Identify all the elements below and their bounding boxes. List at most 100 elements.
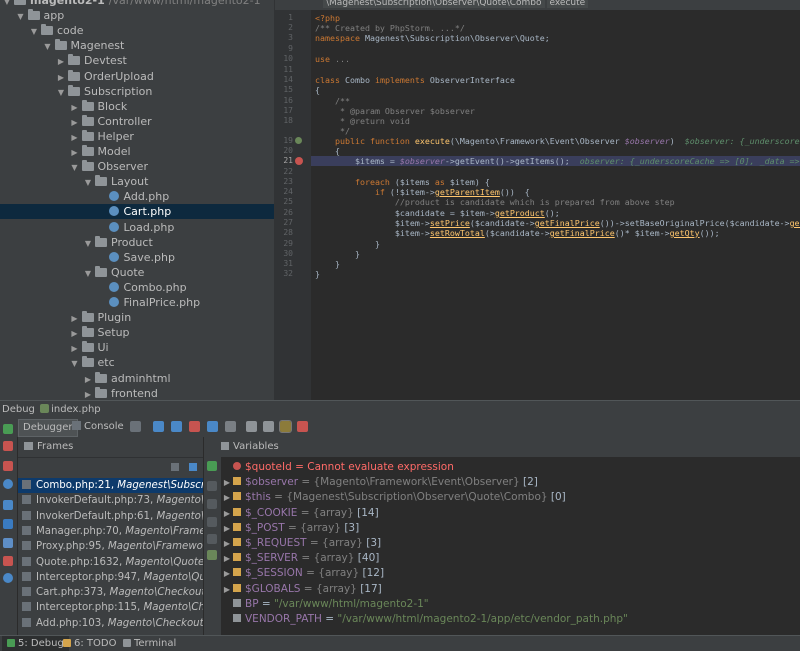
copy-watch-icon[interactable]	[207, 534, 217, 544]
line-number[interactable]: 18	[275, 116, 293, 126]
run-to-cursor-icon[interactable]	[225, 421, 236, 432]
breadcrumb-class[interactable]: \Magenest\Subscription\Observer\Quote\Co…	[323, 0, 545, 8]
step-over-icon[interactable]	[153, 421, 164, 432]
chevron-down-icon[interactable]: ▼	[56, 85, 66, 100]
tree-item[interactable]: FinalPrice.php	[0, 295, 274, 310]
chevron-right-icon[interactable]: ▶	[70, 115, 80, 130]
chevron-down-icon[interactable]: ▼	[83, 175, 93, 190]
tab-console[interactable]: Console	[68, 419, 128, 435]
variable-row[interactable]: $quoteId = Cannot evaluate expression	[221, 460, 800, 475]
chevron-right-icon[interactable]: ▶	[70, 100, 80, 115]
variable-row[interactable]: BP = "/var/www/html/magento2-1"	[221, 597, 800, 612]
line-number[interactable]: 30	[275, 249, 293, 259]
mute-breakpoints-icon[interactable]	[3, 479, 13, 489]
chevron-right-icon[interactable]: ▶	[70, 311, 80, 326]
frame-row[interactable]: Add.php:103, Magento\Checkout\Co	[18, 616, 203, 631]
chevron-down-icon[interactable]: ▼	[83, 266, 93, 281]
tree-item[interactable]: ▼ Quote	[0, 265, 274, 280]
chevron-right-icon[interactable]: ▶	[221, 536, 233, 551]
chevron-right-icon[interactable]: ▶	[83, 387, 93, 400]
line-number[interactable]: 28	[275, 228, 293, 238]
tree-item[interactable]: Save.php	[0, 250, 274, 265]
line-number[interactable]: 11	[275, 65, 293, 75]
line-number[interactable]: 19	[275, 136, 293, 146]
evaluate-expression-icon[interactable]	[246, 421, 257, 432]
editor-gutter[interactable]: 1 2 3 9 10 11 14 15 16 17 18 19 20 21 22 23 24 25 26 27 28 29…	[275, 10, 311, 400]
line-number[interactable]: 25	[275, 197, 293, 207]
variable-row[interactable]: ▶ $_SESSION = {array} [12]	[221, 566, 800, 581]
tree-item[interactable]: ▶ Controller	[0, 114, 274, 129]
settings-icon[interactable]	[297, 421, 308, 432]
line-number[interactable]: 31	[275, 259, 293, 269]
resume-icon[interactable]	[3, 424, 13, 434]
previous-frame-icon[interactable]	[171, 463, 179, 471]
get-thread-dump-icon[interactable]	[3, 519, 13, 529]
chevron-down-icon[interactable]: ▼	[70, 356, 80, 371]
tree-item[interactable]: ▶ Plugin	[0, 310, 274, 325]
tree-item[interactable]: ▼ magento2-1/var/www/html/magento2-1	[0, 0, 274, 8]
frame-row[interactable]: Interceptor.php:115, Magento\Chec	[18, 600, 203, 615]
chevron-down-icon[interactable]: ▼	[43, 39, 53, 54]
line-number[interactable]: 23	[275, 177, 293, 187]
frame-row[interactable]: Cart.php:373, Magento\Checkout\M	[18, 585, 203, 600]
line-number[interactable]: 17	[275, 106, 293, 116]
tree-item[interactable]: ▶ Helper	[0, 129, 274, 144]
pin-icon[interactable]	[3, 538, 13, 548]
move-down-icon[interactable]	[207, 517, 217, 527]
line-number[interactable]: 32	[275, 269, 293, 279]
variable-row[interactable]: ▶ $observer = {Magento\Framework\Event\Ob…	[221, 475, 800, 490]
tree-item[interactable]: ▼ app	[0, 8, 274, 23]
chevron-right-icon[interactable]: ▶	[221, 490, 233, 505]
frame-row[interactable]: Proxy.php:95, Magento\Framework\	[18, 539, 203, 554]
next-frame-icon[interactable]	[189, 463, 197, 471]
tree-item[interactable]: ▼ Observer	[0, 159, 274, 174]
tree-item[interactable]: ▶ frontend	[0, 386, 274, 400]
tree-item[interactable]: ▶ Model	[0, 144, 274, 159]
line-number[interactable]: 10	[275, 54, 293, 64]
chevron-down-icon[interactable]: ▼	[83, 236, 93, 251]
variable-row[interactable]: ▶ $this = {Magenest\Subscription\Observer…	[221, 490, 800, 505]
tree-item[interactable]: ▼ Layout	[0, 174, 274, 189]
chevron-right-icon[interactable]: ▶	[221, 566, 233, 581]
implements-method-icon[interactable]	[295, 137, 302, 144]
move-up-icon[interactable]	[207, 499, 217, 509]
tree-item[interactable]: Cart.php	[0, 204, 274, 220]
line-number[interactable]: 14	[275, 75, 293, 85]
tree-item[interactable]: ▼ code	[0, 23, 274, 38]
debug-config-name[interactable]: index.php	[51, 404, 101, 415]
line-number[interactable]: 26	[275, 208, 293, 218]
line-number[interactable]: 24	[275, 187, 293, 197]
tree-item[interactable]: Add.php	[0, 189, 274, 204]
breakpoint-icon[interactable]	[295, 157, 303, 165]
chevron-right-icon[interactable]: ▶	[70, 130, 80, 145]
line-number[interactable]: 3	[275, 33, 293, 43]
chevron-right-icon[interactable]: ▶	[56, 70, 66, 85]
tree-item[interactable]: ▼ etc	[0, 355, 274, 370]
chevron-down-icon[interactable]: ▼	[16, 9, 26, 24]
tree-item[interactable]: ▼ Magenest	[0, 38, 274, 53]
frame-row[interactable]: Manager.php:70, Magento\Framewo	[18, 524, 203, 539]
step-out-icon[interactable]	[207, 421, 218, 432]
code-editor[interactable]: \Magenest\Subscription\Observer\Quote\Co…	[274, 0, 800, 400]
breadcrumb-method[interactable]: execute	[546, 0, 589, 8]
chevron-right-icon[interactable]: ▶	[221, 582, 233, 597]
chevron-right-icon[interactable]: ▶	[70, 145, 80, 160]
chevron-down-icon[interactable]: ▼	[70, 160, 80, 175]
tree-item[interactable]: Combo.php	[0, 280, 274, 295]
watches-icon[interactable]	[263, 421, 274, 432]
tree-item[interactable]: ▶ Ui	[0, 340, 274, 355]
chevron-right-icon[interactable]: ▶	[70, 341, 80, 356]
line-number[interactable]: 1	[275, 13, 293, 23]
chevron-right-icon[interactable]: ▶	[56, 54, 66, 69]
line-number[interactable]: 22	[275, 167, 293, 177]
chevron-right-icon[interactable]: ▶	[221, 475, 233, 490]
tree-item[interactable]: ▼ Subscription	[0, 84, 274, 99]
remove-watch-icon[interactable]	[207, 481, 217, 491]
chevron-down-icon[interactable]: ▼	[29, 24, 39, 39]
variable-row[interactable]: ▶ $_REQUEST = {array} [3]	[221, 536, 800, 551]
settings-gear-icon[interactable]	[3, 500, 13, 510]
line-number[interactable]: 2	[275, 23, 293, 33]
project-tree[interactable]: ▼ magento2-1/var/www/html/magento2-1 ▼ app ▼…	[0, 0, 274, 400]
chevron-right-icon[interactable]: ▶	[83, 372, 93, 387]
variable-row[interactable]: ▶ $_COOKIE = {array} [14]	[221, 506, 800, 521]
